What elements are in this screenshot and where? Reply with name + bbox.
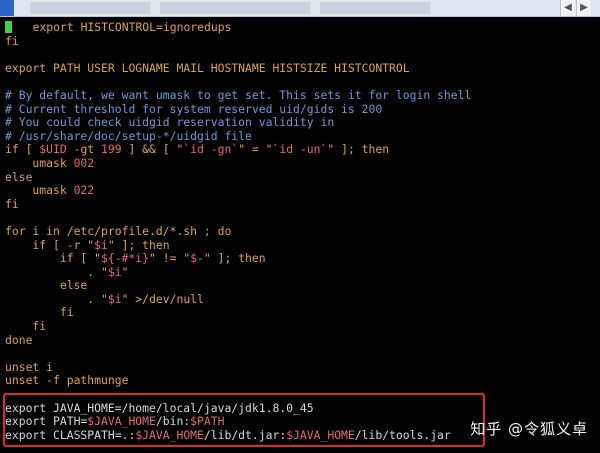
terminal-line: unset i [5, 359, 600, 375]
tab-prev-button[interactable]: ◀ [560, 0, 575, 16]
active-tab[interactable] [0, 0, 14, 16]
terminal-line: umask 022 [5, 183, 600, 198]
terminal-line: unset -f pathmunge [5, 374, 600, 388]
terminal-line: fi [5, 306, 600, 320]
terminal-line: if [ "${-#*i}" != "$-" ]; then [5, 251, 600, 266]
code-token: . " [5, 291, 108, 306]
code-token: if [ " [5, 251, 102, 266]
terminal-line: # Current threshold for system reserved … [5, 101, 600, 117]
cursor-block [5, 21, 12, 33]
code-token: fi [5, 196, 19, 211]
code-token: done [5, 332, 33, 347]
blurred-tab[interactable] [160, 2, 310, 14]
terminal-text-area[interactable]: export HISTCONTROL=ignoredups fi export PA… [0, 17, 600, 453]
code-token: if [ -r " [5, 237, 95, 252]
code-token: fi [5, 305, 74, 320]
terminal-line: fi [5, 33, 600, 49]
watermark-text: 知乎 @令狐义卓 [470, 420, 588, 438]
code-token: umask [5, 183, 74, 198]
terminal-line: fi [5, 319, 600, 334]
code-token: fi [5, 33, 19, 48]
terminal-line: export HISTCONTROL=ignoredups [5, 20, 600, 35]
code-token: `id -gn` [183, 142, 239, 157]
code-token: else [5, 278, 88, 293]
code-token: -gt [66, 142, 102, 157]
code-token: # Current threshold for system reserved … [5, 101, 383, 116]
terminal-line: # By default, we want umask to get set. … [5, 87, 600, 103]
code-token: " ]; then [107, 237, 170, 252]
code-token: fi [5, 319, 47, 334]
blurred-tab[interactable] [320, 2, 430, 14]
code-token: ] && [ " [121, 142, 184, 157]
code-token: export HISTCONTROL=ignoredups [12, 20, 232, 34]
code-token: 199 [101, 142, 122, 157]
code-token: $i [107, 264, 122, 279]
code-token: " ]; then [203, 251, 266, 266]
highlight-annotation-box [3, 393, 485, 447]
blurred-tab[interactable] [30, 2, 150, 14]
code-token: $i [94, 237, 108, 252]
code-token: umask [5, 155, 74, 170]
code-token: if [ [5, 142, 40, 157]
code-token: export PATH USER LOGNAME MAIL HOSTNAME H… [5, 60, 410, 75]
terminal-line: . "$i" >/dev/null [5, 291, 600, 307]
code-token: " ]; then [327, 142, 390, 157]
code-token: " = " [238, 142, 273, 157]
terminal-line: # /usr/share/doc/setup-*/uidgid file [5, 128, 600, 144]
code-token: $i [107, 291, 122, 306]
code-token: $UID [39, 142, 67, 157]
terminal-line: done [5, 332, 600, 348]
code-token: # /usr/share/doc/setup-*/uidgid file [5, 128, 252, 143]
terminal-line: . "$i" [5, 264, 600, 280]
code-token: . " [5, 264, 108, 279]
code-token: 002 [73, 155, 95, 170]
terminal-window: ◀ ▶ export HISTCONTROL=ignoredups fi expor… [0, 0, 600, 453]
code-token: for i in /etc/profile.d/*.sh ; do [5, 223, 232, 238]
terminal-line: else [5, 278, 600, 293]
terminal-line: # You could check uidgid reservation val… [5, 115, 600, 130]
code-token: unset i [5, 359, 54, 374]
terminal-line: fi [5, 196, 600, 212]
code-token: " [121, 264, 129, 279]
terminal-line: if [ $UID -gt 199 ] && [ "`id -gn`" = "`… [5, 143, 600, 157]
terminal-line: for i in /etc/profile.d/*.sh ; do [5, 223, 600, 239]
terminal-line: export PATH USER LOGNAME MAIL HOSTNAME H… [5, 60, 600, 76]
tab-next-button[interactable]: ▶ [576, 0, 591, 16]
code-token: 022 [73, 183, 95, 198]
code-token: " != " [149, 251, 191, 266]
terminal-line: umask 002 [5, 155, 600, 171]
tab-bar: ◀ ▶ [0, 0, 600, 17]
code-token: `id -un` [272, 142, 328, 157]
code-token: unset -f pathmunge [5, 373, 129, 388]
code-token: # By default, we want umask to get set. … [5, 87, 472, 102]
code-token: $- [190, 251, 204, 266]
terminal-line: if [ -r "$i" ]; then [5, 237, 600, 253]
code-token: # You could check uidgid reservation val… [5, 115, 335, 130]
code-token: ${-#*i} [101, 251, 150, 266]
terminal-line: else [5, 169, 600, 185]
code-token: " >/dev/null [121, 291, 204, 306]
code-token: else [5, 169, 33, 184]
